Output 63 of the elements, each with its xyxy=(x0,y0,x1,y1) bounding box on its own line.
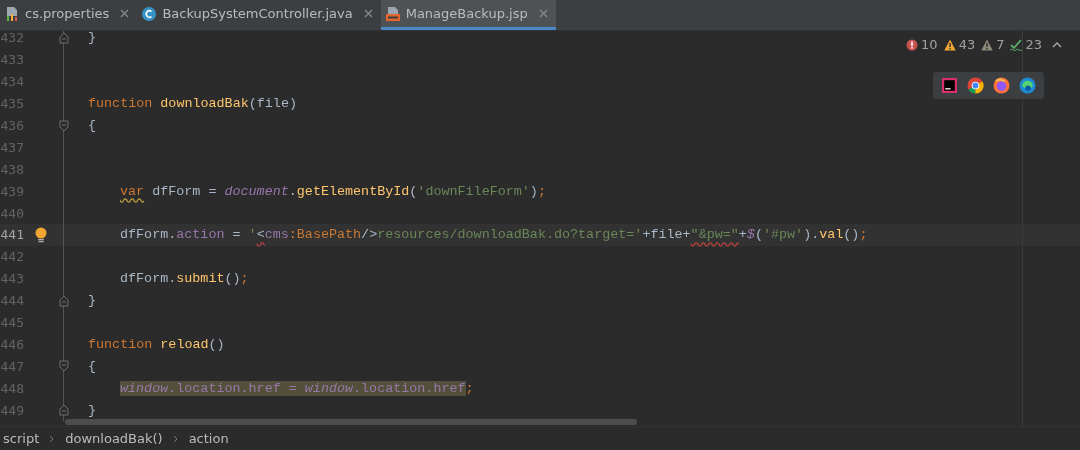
browser-icon[interactable] xyxy=(1019,77,1036,94)
line-number: 433 xyxy=(0,52,24,68)
line-number: 446 xyxy=(0,336,24,352)
line-number: 445 xyxy=(0,315,24,330)
code-line: } xyxy=(87,402,97,418)
code-line: { xyxy=(87,118,97,133)
line-number: 444 xyxy=(0,293,24,309)
bar-chart-file-icon xyxy=(4,5,20,22)
browser-icon[interactable] xyxy=(993,77,1010,94)
problem-count[interactable]: 23 xyxy=(1025,37,1042,52)
breadcrumb[interactable]: script xyxy=(3,431,40,446)
code-line: function downloadBak(file) xyxy=(87,96,297,112)
line-number: 441 xyxy=(0,227,24,243)
problem-count[interactable]: 10 xyxy=(921,37,938,52)
line-number: 435 xyxy=(0,96,24,112)
browser-icon[interactable] xyxy=(967,77,984,94)
close-icon[interactable] xyxy=(538,9,548,18)
chevron-up-icon[interactable] xyxy=(1052,40,1062,49)
line-number: 443 xyxy=(0,271,24,287)
line-number: 447 xyxy=(0,358,24,374)
fold-end-icon[interactable] xyxy=(59,404,69,417)
code-line: function reload() xyxy=(87,336,225,352)
jsp-file-icon xyxy=(384,5,401,22)
code-line: dfForm.action = '<cms:BasePath/>resources/downloadBak.do?target='+file+"&pw="+$('#pw').val(); xyxy=(119,227,868,243)
error-icon xyxy=(906,38,919,51)
line-number: 432 xyxy=(0,31,24,46)
line-number: 437 xyxy=(0,139,24,155)
chevron-right-icon xyxy=(172,434,179,443)
fold-icon[interactable] xyxy=(59,119,69,132)
line-number: 438 xyxy=(0,161,24,177)
breadcrumb[interactable]: action xyxy=(188,431,229,446)
line-number: 440 xyxy=(0,205,24,221)
chevron-right-icon xyxy=(49,434,56,443)
problem-count[interactable]: 43 xyxy=(958,37,976,52)
code-line: dfForm.submit(); xyxy=(119,271,249,287)
problem-count[interactable]: 7 xyxy=(996,37,1005,52)
close-icon[interactable] xyxy=(363,9,373,18)
editor-tab[interactable]: BackupSystemController.java xyxy=(137,0,381,30)
line-number: 439 xyxy=(0,183,24,199)
fold-icon[interactable] xyxy=(59,360,69,373)
editor-tab[interactable]: ManageBackup.jsp xyxy=(380,0,556,30)
close-icon[interactable] xyxy=(120,9,130,18)
line-number: 442 xyxy=(0,249,24,265)
line-number: 434 xyxy=(0,74,24,90)
fold-end-icon[interactable] xyxy=(59,294,69,307)
editor-tab[interactable]: cs.properties xyxy=(0,0,138,30)
code-line: } xyxy=(87,293,97,309)
fold-end-icon[interactable] xyxy=(59,31,69,44)
code-line: var dfForm = document.getElementById('downFileForm'); xyxy=(119,183,546,199)
ide-icon[interactable] xyxy=(941,77,958,94)
class-icon xyxy=(141,5,158,22)
typo-check-icon xyxy=(1010,38,1023,51)
code-line: window.location.href = window.location.href; xyxy=(119,380,474,396)
code-line: { xyxy=(87,358,97,374)
line-number: 448 xyxy=(0,380,24,396)
warning-icon xyxy=(943,38,956,51)
scrollbar[interactable] xyxy=(65,419,637,425)
line-number: 449 xyxy=(0,402,24,418)
line-number: 436 xyxy=(0,118,24,133)
lightbulb-icon[interactable] xyxy=(34,226,48,243)
breadcrumb[interactable]: downloadBak() xyxy=(65,431,163,446)
code-line: } xyxy=(87,31,97,46)
weak-warning-icon xyxy=(981,38,994,51)
